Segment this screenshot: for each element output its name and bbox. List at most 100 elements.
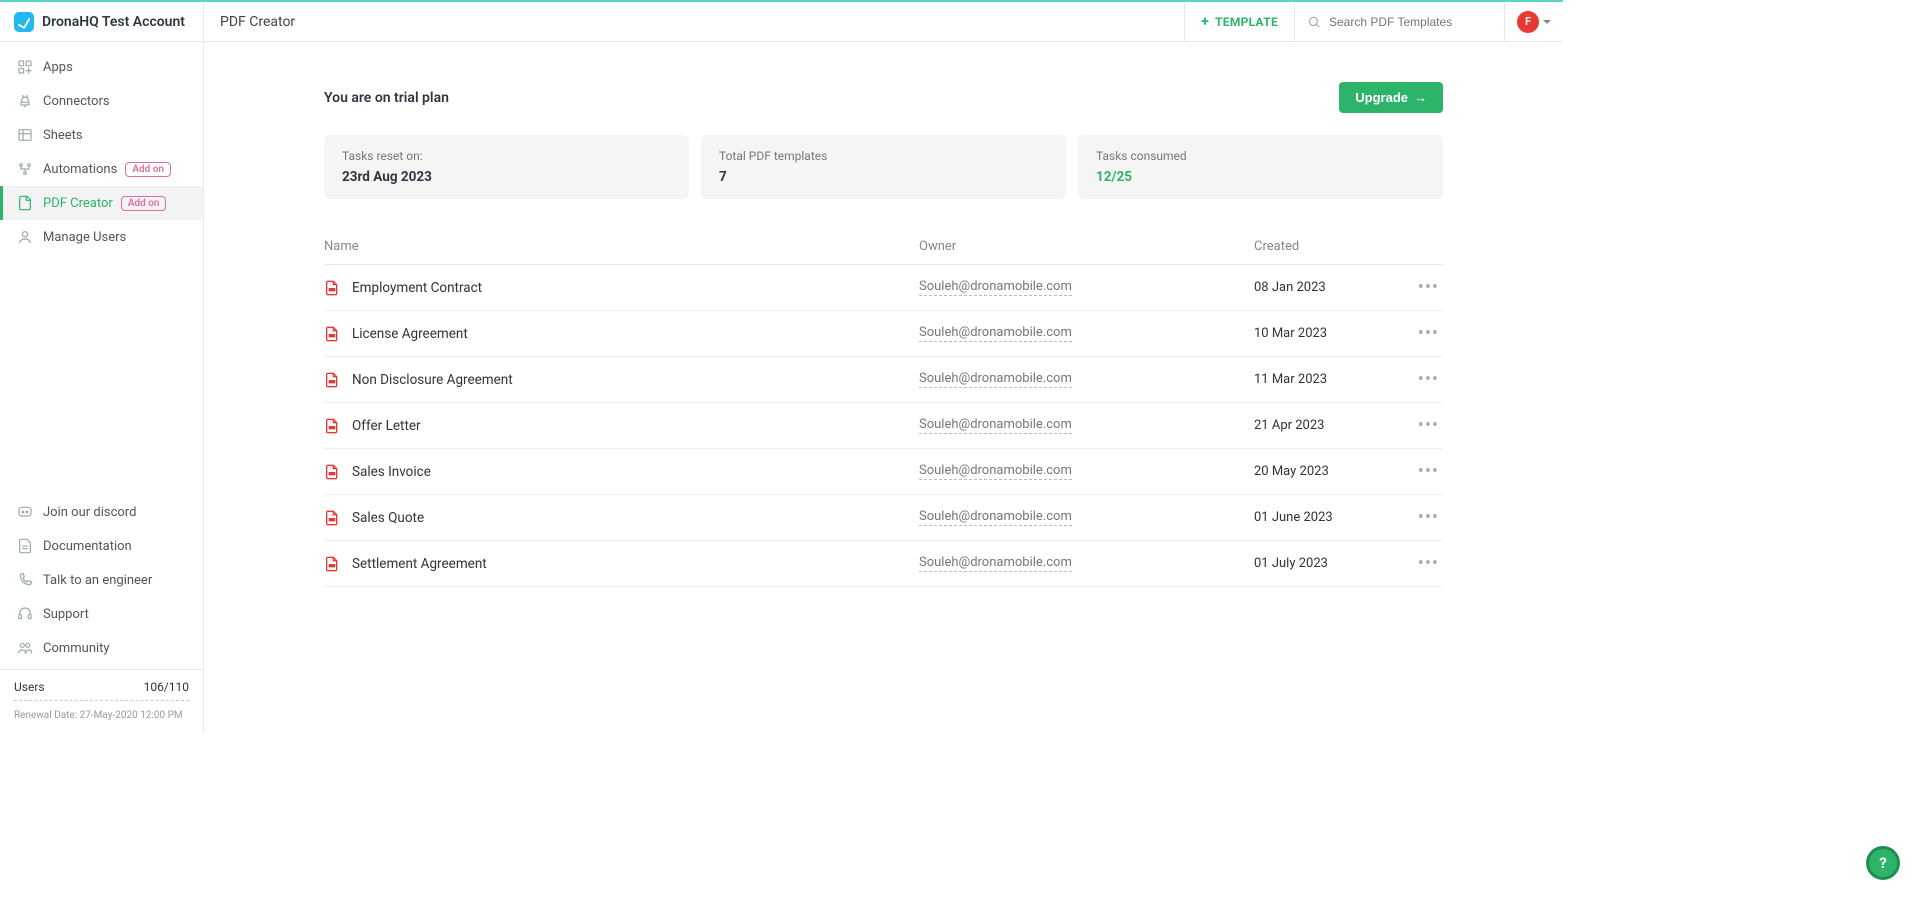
brand-logo-icon: [14, 12, 34, 32]
stat-value: 7: [719, 169, 1048, 185]
template-owner[interactable]: Souleh@dronamobile.com: [919, 417, 1072, 434]
template-name: Sales Quote: [352, 510, 424, 526]
template-created: 20 May 2023: [1254, 464, 1399, 479]
sidebar-item-label: Sheets: [43, 128, 83, 143]
avatar: F: [1517, 11, 1539, 33]
pdf-file-icon: [324, 463, 340, 481]
table-row[interactable]: Settlement Agreement Souleh@dronamobile.c…: [324, 541, 1443, 587]
template-button-label: TEMPLATE: [1215, 15, 1278, 29]
sidebar-item-apps[interactable]: Apps: [0, 50, 203, 84]
discord-icon: [17, 504, 33, 520]
sidebar-item-sheets[interactable]: Sheets: [0, 118, 203, 152]
brand-area[interactable]: DronaHQ Test Account: [0, 2, 204, 41]
row-actions-menu[interactable]: •••: [1399, 323, 1439, 344]
row-actions-menu[interactable]: •••: [1399, 369, 1439, 390]
table-row[interactable]: Sales InvoiceSouleh@dronamobile.com20 Ma…: [324, 449, 1443, 495]
stat-label: Tasks reset on:: [342, 149, 671, 163]
account-menu[interactable]: F: [1504, 2, 1563, 41]
plug-icon: [17, 93, 33, 109]
template-owner[interactable]: Souleh@dronamobile.com: [919, 371, 1072, 388]
table-row[interactable]: License Agreement Souleh@dronamobile.com 1…: [324, 311, 1443, 357]
sidebar-item-pdf-creator[interactable]: PDF Creator Add on: [0, 186, 203, 220]
stat-card: Tasks reset on: 23rd Aug 2023: [324, 135, 689, 199]
main-content: You are on trial plan Upgrade → Tasks re…: [204, 42, 1563, 733]
sidebar-item-label: Talk to an engineer: [43, 573, 152, 588]
row-actions-menu[interactable]: •••: [1399, 415, 1439, 436]
stat-card: Total PDF templates 7: [701, 135, 1066, 199]
row-actions-menu[interactable]: •••: [1399, 461, 1439, 482]
bolt-icon: [17, 161, 33, 177]
sidebar-link-talk-to-an-engineer[interactable]: Talk to an engineer: [0, 563, 203, 597]
sidebar-item-label: Manage Users: [43, 230, 126, 245]
upgrade-button[interactable]: Upgrade →: [1339, 82, 1443, 113]
template-owner[interactable]: Souleh@dronamobile.com: [919, 325, 1072, 342]
table-row[interactable]: Employment Contract Souleh@dronamobile.co…: [324, 265, 1443, 311]
sidebar-item-manage-users[interactable]: Manage Users: [0, 220, 203, 254]
doc-icon: [17, 538, 33, 554]
pdf-file-icon: [324, 279, 340, 297]
sidebar-item-label: Apps: [43, 60, 73, 75]
row-actions-menu[interactable]: •••: [1399, 277, 1439, 298]
addon-badge: Add on: [121, 196, 167, 211]
sidebar-footer: Users 106/110 Renewal Date: 27-May-2020 …: [0, 669, 203, 733]
upgrade-label: Upgrade: [1355, 90, 1408, 105]
template-owner[interactable]: Souleh@dronamobile.com: [919, 463, 1072, 480]
sidebar-link-community[interactable]: Community: [0, 631, 203, 665]
plus-icon: +: [1201, 14, 1209, 30]
sidebar-item-connectors[interactable]: Connectors: [0, 84, 203, 118]
pdf-file-icon: [324, 555, 340, 573]
template-created: 21 Apr 2023: [1254, 418, 1399, 433]
addon-badge: Add on: [125, 162, 171, 177]
sidebar-item-label: Community: [43, 641, 110, 656]
sidebar-link-documentation[interactable]: Documentation: [0, 529, 203, 563]
sidebar: AppsConnectorsSheetsAutomationsAdd onPDF…: [0, 42, 204, 733]
template-created: 08 Jan 2023: [1254, 280, 1399, 295]
sidebar-link-support[interactable]: Support: [0, 597, 203, 631]
chevron-down-icon: [1543, 20, 1551, 24]
table-row[interactable]: Sales QuoteSouleh@dronamobile.com01 June…: [324, 495, 1443, 541]
search-area: [1294, 2, 1504, 41]
sidebar-item-label: Automations: [43, 162, 117, 177]
help-fab-button[interactable]: ?: [1866, 846, 1900, 880]
template-name: Non Disclosure Agreement: [352, 372, 513, 388]
template-created: 10 Mar 2023: [1254, 326, 1399, 341]
table-row[interactable]: Offer Letter Souleh@dronamobile.com 21 Apr…: [324, 403, 1443, 449]
sidebar-item-label: PDF Creator: [43, 196, 113, 211]
pdf-file-icon: [324, 325, 340, 343]
page-title: PDF Creator: [220, 14, 295, 30]
template-created: 01 July 2023: [1254, 556, 1399, 571]
table-header: Name Owner Created: [324, 229, 1443, 265]
template-owner[interactable]: Souleh@dronamobile.com: [919, 509, 1072, 526]
stat-label: Total PDF templates: [719, 149, 1048, 163]
search-icon: [1307, 15, 1321, 29]
stat-label: Tasks consumed: [1096, 149, 1425, 163]
row-actions-menu[interactable]: •••: [1399, 507, 1439, 528]
table-row[interactable]: Non Disclosure Agreement Souleh@dronamobi…: [324, 357, 1443, 403]
row-actions-menu[interactable]: •••: [1399, 553, 1439, 574]
search-input[interactable]: [1329, 15, 1492, 29]
stat-value: 23rd Aug 2023: [342, 169, 671, 185]
apps-icon: [17, 59, 33, 75]
renewal-date: Renewal Date: 27-May-2020 12:00 PM: [14, 709, 189, 723]
users-value: 106/110: [144, 680, 189, 694]
stat-card: Tasks consumed12/25: [1078, 135, 1443, 199]
template-name: Offer Letter: [352, 418, 421, 434]
template-owner[interactable]: Souleh@dronamobile.com: [919, 279, 1072, 296]
pdf-file-icon: [324, 417, 340, 435]
new-template-button[interactable]: + TEMPLATE: [1184, 2, 1294, 41]
template-name: Employment Contract: [352, 280, 482, 296]
template-owner[interactable]: Souleh@dronamobile.com: [919, 555, 1072, 572]
pdf-icon: [17, 195, 33, 211]
sidebar-link-join-our-discord[interactable]: Join our discord: [0, 495, 203, 529]
table-icon: [17, 127, 33, 143]
user-icon: [17, 229, 33, 245]
sidebar-item-automations[interactable]: Automations Add on: [0, 152, 203, 186]
plan-notice: You are on trial plan: [324, 90, 449, 106]
community-icon: [17, 640, 33, 656]
sidebar-item-label: Support: [43, 607, 89, 622]
template-name: License Agreement: [352, 326, 468, 342]
top-bar: DronaHQ Test Account PDF Creator + TEMPL…: [0, 2, 1563, 42]
users-label: Users: [14, 680, 45, 694]
template-name: Settlement Agreement: [352, 556, 487, 572]
template-created: 11 Mar 2023: [1254, 372, 1399, 387]
